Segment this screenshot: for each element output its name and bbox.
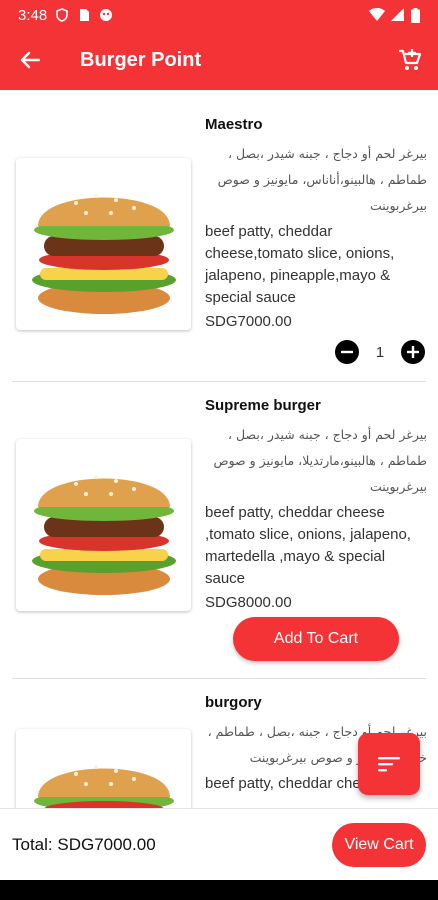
product-list[interactable]: Maestro بيرغر لحم أو دجاج ، جبنه شيدر ،ب… bbox=[0, 90, 438, 808]
minus-icon bbox=[341, 350, 353, 354]
burger-image bbox=[32, 194, 176, 314]
cart-icon bbox=[399, 49, 422, 70]
shield-icon bbox=[56, 8, 69, 22]
plus-icon bbox=[407, 346, 419, 358]
add-to-cart-button[interactable]: Add To Cart bbox=[233, 617, 399, 661]
app-bar: Burger Point bbox=[0, 30, 438, 90]
product-description-en: beef patty, cheddar cheese ,tomato slice… bbox=[205, 504, 411, 587]
burger-image bbox=[32, 475, 176, 595]
page-title: Burger Point bbox=[80, 48, 202, 71]
product-image bbox=[16, 158, 191, 330]
product-description-en: beef patty, cheddar cheese,tomato slice,… bbox=[205, 223, 395, 306]
cart-total: Total: SDG7000.00 bbox=[12, 834, 156, 854]
product-description-ar: بيرغر لحم أو دجاج ، جبنه شيدر ،بصل ، طما… bbox=[217, 146, 427, 213]
cart-button[interactable] bbox=[382, 30, 438, 90]
increase-button[interactable] bbox=[401, 340, 425, 364]
filter-icon bbox=[378, 757, 400, 772]
system-nav-bar bbox=[0, 880, 438, 900]
product-image bbox=[16, 439, 191, 611]
product-price: SDG7000.00 bbox=[205, 313, 292, 330]
product-name: burgory bbox=[205, 694, 262, 711]
sim-card-icon bbox=[80, 9, 90, 21]
status-bar: 3:48 bbox=[0, 0, 438, 30]
product-price: SDG8000.00 bbox=[205, 594, 292, 611]
app-notification-icon bbox=[100, 9, 113, 21]
view-cart-button[interactable]: View Cart bbox=[332, 822, 426, 867]
quantity-stepper[interactable]: 1 bbox=[335, 340, 425, 364]
back-button[interactable] bbox=[0, 30, 60, 90]
list-item[interactable]: Maestro بيرغر لحم أو دجاج ، جبنه شيدر ،ب… bbox=[0, 90, 438, 381]
burger-image bbox=[34, 765, 174, 808]
quantity-value: 1 bbox=[375, 343, 385, 361]
bottom-bar: Total: SDG7000.00 View Cart bbox=[0, 808, 438, 880]
product-name: Supreme burger bbox=[205, 397, 321, 414]
signal-icon bbox=[391, 8, 404, 21]
product-name: Maestro bbox=[205, 116, 263, 133]
filter-button[interactable] bbox=[358, 733, 420, 795]
list-item[interactable]: Supreme burger بيرغر لحم أو دجاج ، جبنه … bbox=[0, 382, 438, 677]
battery-icon bbox=[411, 7, 420, 23]
back-arrow-icon bbox=[20, 51, 40, 69]
product-image bbox=[16, 729, 191, 808]
product-description-ar: بيرغر لحم أو دجاج ، جبنه شيدر ،بصل ، طما… bbox=[213, 427, 427, 494]
status-time: 3:48 bbox=[18, 6, 48, 24]
decrease-button[interactable] bbox=[335, 340, 359, 364]
wifi-icon bbox=[369, 8, 385, 21]
